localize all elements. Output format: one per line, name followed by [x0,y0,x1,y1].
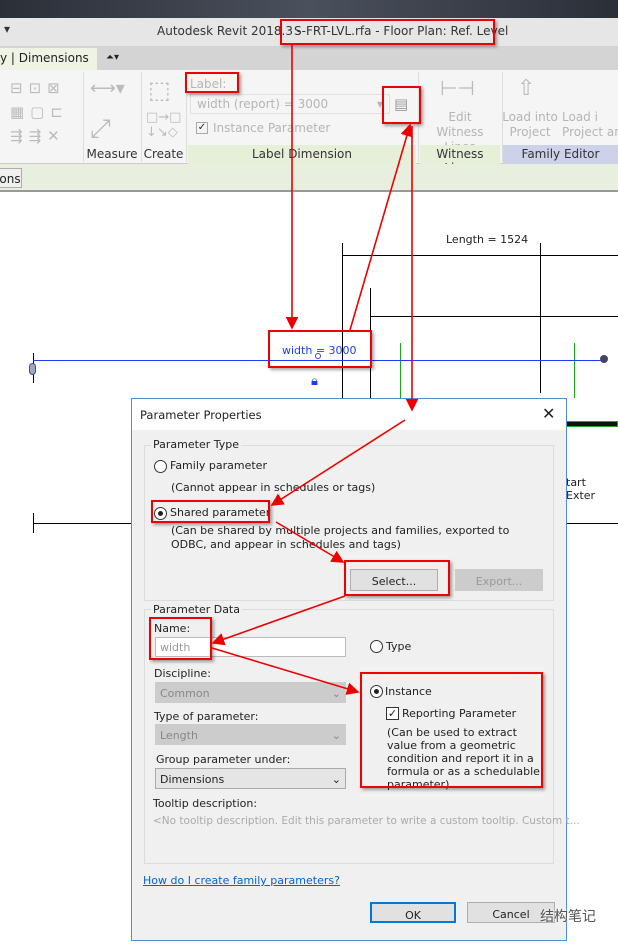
arrow-to-select [275,521,345,563]
arrow-to-shared [270,419,406,506]
arrow-to-instance [211,647,360,695]
arrow-width-to-icon [349,123,413,331]
annotation-arrows [211,45,419,695]
arrow-to-name [211,595,346,646]
